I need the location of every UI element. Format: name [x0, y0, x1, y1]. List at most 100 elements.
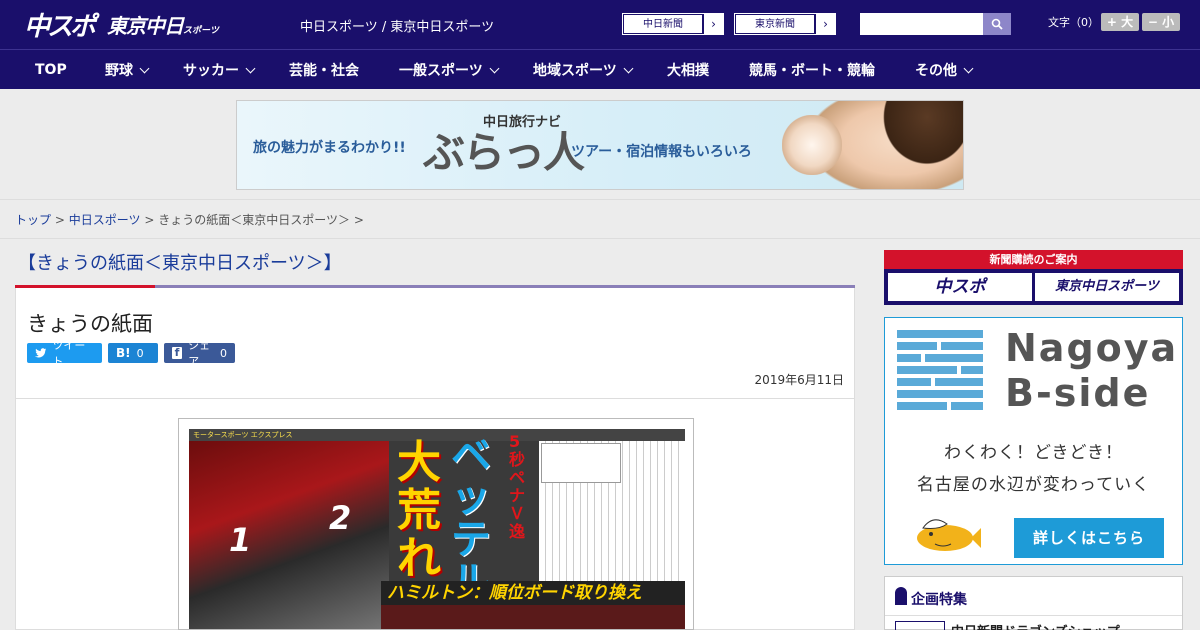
brick	[897, 354, 921, 362]
facebook-share-button[interactable]: f シェア 0	[164, 339, 235, 368]
breadcrumb-sep: >	[353, 213, 364, 227]
divider	[0, 238, 1200, 239]
brick	[941, 342, 983, 350]
brick	[897, 402, 947, 410]
paper-number-2: 2	[329, 499, 352, 537]
hatena-bookmark-button[interactable]: B! 0	[108, 343, 158, 363]
bside-title-line2: B-side	[1005, 371, 1151, 415]
breadcrumb-sep: >	[54, 213, 65, 227]
nav-item-top[interactable]: TOP	[35, 50, 67, 90]
feature-item-link[interactable]: 中日新聞ドラゴンズショップ	[951, 621, 1120, 630]
bside-tagline-1: わくわく！どきどき！	[944, 443, 1123, 463]
brick	[961, 366, 983, 374]
nav-item-entertainment[interactable]: 芸能・社会	[289, 50, 359, 90]
font-size-decrease-button[interactable]: − 小	[1142, 13, 1180, 31]
feature-section: 企画特集 中日新聞ドラゴンズショップ	[884, 576, 1183, 630]
newspaper-inner: モータースポーツ エクスプレス 1 2 大荒れ ベッテル 5秒ペナＶ逸 ハミルト…	[189, 429, 685, 629]
nav-item-baseball[interactable]: 野球	[105, 50, 150, 90]
bside-title-line1: Nagoya	[1005, 326, 1179, 370]
brick	[935, 378, 983, 386]
subscribe-chuspo-button[interactable]: 中スポ	[888, 273, 1032, 301]
subscription-heading: 新聞購読のご案内	[884, 250, 1183, 269]
paper-bottom-photo	[381, 605, 685, 629]
brick	[897, 378, 931, 386]
nav-label: 野球	[105, 63, 133, 79]
feature-title: 企画特集	[911, 592, 967, 608]
hatena-count: 0	[136, 346, 144, 360]
tweet-button[interactable]: ツイート	[27, 339, 102, 368]
brick-logo-icon	[897, 330, 983, 414]
paper-headline-blue: ベッテル	[451, 433, 491, 603]
travel-ad-banner[interactable]: 旅の魅力がまるわかり!! 中日旅行ナビ ぶらっ人 ツアー・宿泊情報もいろいろ	[236, 100, 964, 190]
ribbon-icon	[895, 587, 907, 605]
nav-label: その他	[915, 63, 957, 79]
paper-number-1: 1	[229, 521, 252, 559]
nav-label: 芸能・社会	[289, 63, 359, 79]
mascot-fish-icon	[917, 519, 981, 551]
site-switch-link[interactable]: 中日スポーツ / 東京中日スポーツ	[300, 16, 494, 35]
tweet-label: ツイート	[52, 339, 86, 368]
chevron-down-icon	[489, 63, 500, 73]
banner-photo-hair	[877, 101, 963, 171]
facebook-share-count: 0	[220, 346, 227, 360]
banner-photo-shell	[782, 115, 842, 175]
brick	[897, 390, 983, 398]
breadcrumb-top[interactable]: トップ	[15, 213, 51, 227]
top-header: 中スポ 東京中日スポーツ 中日スポーツ / 東京中日スポーツ 中日新聞 › 東京…	[0, 0, 1200, 49]
search-button[interactable]	[983, 13, 1011, 35]
breadcrumb-chunichi-sports[interactable]: 中日スポーツ	[69, 213, 141, 227]
banner-right-text: ツアー・宿泊情報もいろいろ	[571, 144, 752, 160]
nav-label: 地域スポーツ	[533, 63, 617, 79]
subscribe-tokyo-chunichi-button[interactable]: 東京中日スポーツ	[1035, 273, 1179, 301]
article-date: 2019年6月11日	[754, 373, 844, 387]
chevron-right-icon: ›	[815, 14, 835, 34]
nav-label: 大相撲	[667, 63, 709, 79]
paper-circuit-map	[541, 443, 621, 483]
nav-label: 一般スポーツ	[399, 63, 483, 79]
chevron-down-icon	[245, 63, 256, 73]
font-size-increase-button[interactable]: + 大	[1101, 13, 1139, 31]
bside-detail-button[interactable]: 詳しくはこちら	[1014, 518, 1164, 558]
chevron-down-icon	[623, 63, 634, 73]
nagoya-bside-ad[interactable]: Nagoya B-side わくわく！どきどき！ 名古屋の水辺が変わっていく 詳…	[884, 317, 1183, 565]
logo-chuspo: 中スポ	[24, 11, 96, 42]
bside-title: Nagoya B-side	[1005, 326, 1178, 416]
nav-label: TOP	[35, 62, 67, 78]
logo-sub-text: 東京中日	[107, 13, 184, 38]
article-title: きょうの紙面	[27, 312, 153, 336]
newspaper-front-page-image[interactable]: モータースポーツ エクスプレス 1 2 大荒れ ベッテル 5秒ペナＶ逸 ハミルト…	[178, 418, 694, 630]
bside-tagline-2: 名古屋の水辺が変わっていく	[916, 475, 1151, 495]
tokyo-shimbun-link[interactable]: 東京新聞 ›	[734, 13, 836, 35]
banner-big-title: ぶらっ人	[423, 128, 585, 177]
facebook-icon: f	[172, 347, 183, 359]
nav-item-local-sports[interactable]: 地域スポーツ	[533, 50, 634, 90]
chevron-down-icon	[139, 63, 150, 73]
breadcrumb-current: きょうの紙面＜東京中日スポーツ＞	[158, 213, 350, 227]
brick	[951, 402, 983, 410]
paper-subheadline: 5秒ペナＶ逸	[509, 432, 526, 541]
banner-left-text: 旅の魅力がまるわかり!!	[253, 140, 406, 156]
nav-item-soccer[interactable]: サッカー	[183, 50, 256, 90]
subscription-box: 新聞購読のご案内 中スポ 東京中日スポーツ	[884, 250, 1183, 305]
search-input[interactable]	[860, 13, 983, 35]
paper-photo	[189, 441, 389, 629]
facebook-share-label: シェア	[188, 339, 211, 368]
brick	[897, 330, 983, 338]
font-size-label: 文字（0）	[1048, 16, 1099, 29]
nav-item-racing[interactable]: 競馬・ボート・競輪	[749, 50, 875, 90]
site-logo[interactable]: 中スポ 東京中日スポーツ	[24, 8, 219, 42]
nav-item-general-sports[interactable]: 一般スポーツ	[399, 50, 500, 90]
ext-link-label: 中日新聞	[623, 14, 703, 34]
chunichi-shimbun-link[interactable]: 中日新聞 ›	[622, 13, 724, 35]
ext-link-label: 東京新聞	[735, 14, 815, 34]
breadcrumb: トップ > 中日スポーツ > きょうの紙面＜東京中日スポーツ＞ >	[15, 211, 364, 228]
brick	[925, 354, 983, 362]
nav-item-other[interactable]: その他	[915, 50, 974, 90]
nav-item-sumo[interactable]: 大相撲	[667, 50, 709, 90]
brick	[897, 342, 937, 350]
divider	[885, 615, 1182, 616]
main-nav: TOP 野球 サッカー 芸能・社会 一般スポーツ 地域スポーツ 大相撲 競馬・ボ…	[0, 49, 1200, 89]
feature-thumbnail[interactable]	[895, 621, 945, 630]
nav-label: サッカー	[183, 63, 239, 79]
chevron-down-icon	[963, 63, 974, 73]
